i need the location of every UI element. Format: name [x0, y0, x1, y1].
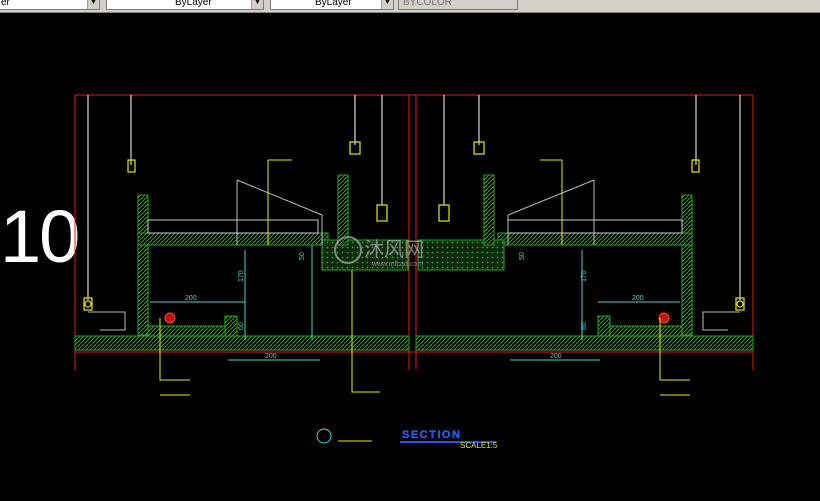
ceiling-hangers	[87, 95, 741, 300]
dim-label: 200	[185, 295, 197, 302]
dim-label: 50	[299, 252, 306, 260]
color-value: ByLayer	[175, 0, 212, 8]
dim-label: 50	[519, 252, 526, 260]
dim-label: 60	[238, 322, 245, 330]
dim-label: 200	[265, 353, 277, 360]
scale-label: SCALE1:5	[460, 441, 498, 450]
properties-toolbar: er ▼ ByLayer ▼ ByLayer ▼ BYCOLOR	[0, 0, 820, 13]
chevron-down-icon[interactable]: ▼	[251, 0, 263, 9]
color-dropdown[interactable]: ByLayer ▼	[106, 0, 264, 10]
cad-drawing-canvas[interactable]: 200 200 200 200 170 170 50 50 60 60 沐风网 …	[0, 13, 820, 501]
plotstyle-value: BYCOLOR	[403, 0, 452, 8]
dim-label: 200	[550, 353, 562, 360]
hanger-fittings	[83, 141, 745, 311]
dim-label: 170	[581, 270, 588, 282]
section-title: SECTION	[402, 429, 461, 441]
linetype-value: ByLayer	[315, 0, 352, 8]
dim-label: 170	[238, 270, 245, 282]
watermark-logo-text: 沐风网	[364, 237, 424, 261]
layer-dropdown[interactable]: er ▼	[0, 0, 100, 10]
chevron-down-icon[interactable]: ▼	[87, 0, 99, 9]
dim-label: 200	[632, 295, 644, 302]
watermark-url: www.mfcad.com	[371, 261, 423, 268]
light-fixtures	[164, 312, 670, 324]
layer-value: er	[1, 0, 10, 8]
dim-label: 60	[581, 322, 588, 330]
plotstyle-dropdown[interactable]: BYCOLOR	[398, 0, 518, 10]
linetype-dropdown[interactable]: ByLayer ▼	[270, 0, 394, 10]
title-block: SECTION SCALE1:5	[316, 428, 498, 450]
chevron-down-icon[interactable]: ▼	[381, 0, 393, 9]
